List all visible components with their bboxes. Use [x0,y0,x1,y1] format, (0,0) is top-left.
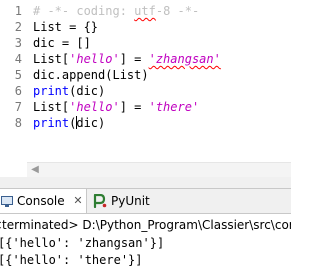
line-number: 8 [14,116,22,130]
line-number-gutter: 1 2 3 4 5 6 7 8 [0,0,27,176]
keyword-token: print [33,116,70,130]
comment-token: # -*- coding: [33,4,135,18]
line-number: 6 [14,84,22,98]
code-line-2: List = {} [33,20,99,34]
ide-window: 1 2 3 4 5 6 7 8 # -*- coding: utf-8 -*- … [0,0,291,275]
console-output-line: [{'hello': 'there'}] [0,252,291,268]
spellcheck-flagged-token: utf [134,4,156,18]
string-token: 'there' [148,100,200,114]
line-number: 7 [14,100,22,114]
code-token: ] = [119,52,149,66]
console-output-line: [{'hello': 'zhangsan'}] [0,235,291,251]
views-tab-bar: Console ✕ PyUnit [0,189,291,214]
pyunit-icon [93,194,107,208]
code-line-3: dic = [] [33,36,91,50]
panel-separator[interactable] [0,177,291,189]
tab-console[interactable]: Console ✕ [0,189,87,213]
spellcheck-flagged-string-token: 'zhangsan' [148,52,221,66]
code-line-7: List['hello'] = 'there' [33,99,199,115]
string-token: 'hello' [69,52,120,66]
line-number: 3 [14,36,22,50]
line-number: 5 [14,68,22,82]
horizontal-scrollbar[interactable]: ◀ [27,162,291,177]
code-token: List[ [33,52,70,66]
console-status-line: <terminated> D:\Python_Program\Classier\… [0,217,291,233]
tab-label: Console [17,194,65,208]
line-number: 1 [14,4,22,18]
arrow-left-icon[interactable]: ◀ [30,164,40,176]
close-icon[interactable]: ✕ [72,194,84,208]
keyword-token: print [33,84,70,98]
comment-token: -8 -*- [155,4,200,18]
code-line-5: dic.append(List) [33,68,149,82]
console-output-text: [{'hello': 'zhangsan'}] [0,236,165,250]
code-token: ] = [119,100,149,114]
code-editor[interactable]: 1 2 3 4 5 6 7 8 # -*- coding: utf-8 -*- … [0,0,291,177]
code-line-6: print(dic) [33,83,105,99]
console-icon [1,195,13,207]
code-line-4: List['hello'] = 'zhangsan' [33,51,221,67]
code-token: List[ [33,100,70,114]
console-output-area[interactable]: <terminated> D:\Python_Program\Classier\… [0,214,291,275]
tab-pyunit[interactable]: PyUnit [92,189,162,213]
console-output-text: [{'hello': 'there'}] [0,253,143,267]
code-line-8: print(dic) [33,115,105,131]
line-number: 2 [14,20,22,34]
string-token: 'hello' [69,100,120,114]
line-number: 4 [14,52,22,66]
code-token: dic) [76,116,106,130]
code-line-1: # -*- coding: utf-8 -*- [33,3,199,19]
tab-label: PyUnit [111,194,150,208]
terminated-status-text: <terminated> D:\Python_Program\Classier\… [0,218,291,232]
code-token: (dic) [69,84,106,98]
